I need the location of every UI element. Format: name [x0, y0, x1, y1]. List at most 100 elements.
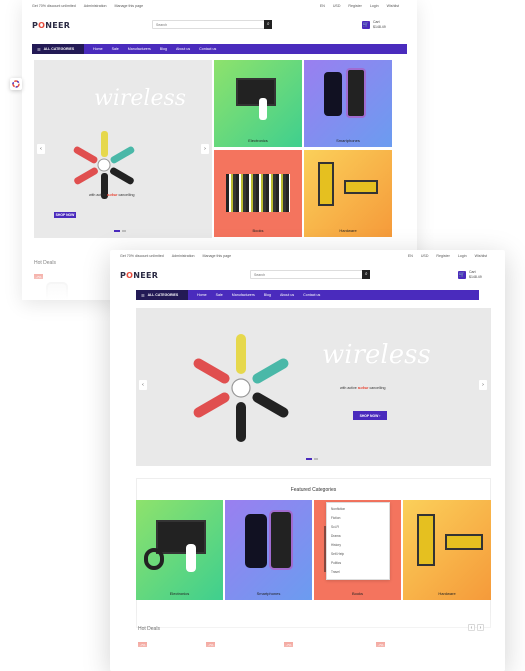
logo[interactable]: PONEER [32, 21, 70, 30]
hot-deals-title: Hot Deals [34, 260, 56, 266]
wishlist-link[interactable]: Wishlist [387, 4, 399, 8]
tile-hardware[interactable]: Hardware [403, 500, 491, 600]
discount-badge: -7% [138, 642, 148, 647]
logo[interactable]: PONEER [120, 271, 158, 280]
header: PONEER ⌕ 🛒 Cart$148.49 [110, 264, 505, 286]
discount-badge: -7% [284, 642, 294, 647]
nav-manufacturers[interactable]: Manufacturers [128, 47, 151, 51]
login-link[interactable]: Login [370, 4, 379, 8]
discount-badge: -7% [376, 642, 386, 647]
chevron-left-icon: ‹ [40, 146, 42, 152]
nav-sale[interactable]: Sale [216, 293, 223, 297]
nav-about[interactable]: About us [280, 293, 294, 297]
watch-image [46, 282, 68, 300]
shop-now-button[interactable]: SHOP NOW [54, 212, 76, 218]
search-input[interactable] [251, 271, 363, 278]
tile-books[interactable]: Nonfiction Fiction Sci-Fi Drama History … [314, 500, 401, 600]
search-icon: ⌕ [266, 21, 270, 27]
search-input[interactable] [153, 21, 265, 28]
settings-widget[interactable] [10, 78, 22, 90]
submenu-item[interactable]: Nonfiction [331, 505, 385, 514]
currency-select[interactable]: USD [333, 4, 341, 8]
hero-tagline: with active noise cancelling [340, 386, 386, 390]
section-title: Featured Categories [290, 487, 337, 493]
tile-smartphones[interactable]: Smartphones [225, 500, 312, 600]
nav-blog[interactable]: Blog [160, 47, 167, 51]
hero-headline: wireless [322, 340, 431, 370]
main-nav: ☰ ALL CATEGORIES Home Sale Manufacturers … [136, 290, 479, 300]
submenu-item[interactable]: Politics [331, 559, 385, 568]
nav-manufacturers[interactable]: Manufacturers [232, 293, 255, 297]
tile-hardware[interactable]: Hardware [304, 150, 392, 237]
admin-link[interactable]: Administration [172, 254, 195, 258]
search-button[interactable]: ⌕ [362, 269, 370, 279]
search-box: ⌕ [152, 19, 272, 29]
nav-sale[interactable]: Sale [112, 47, 119, 51]
language-select[interactable]: EN [320, 4, 325, 8]
chevron-right-icon: › [479, 624, 482, 631]
hero-slider: wireless with active noise cancelling SH… [34, 60, 212, 238]
chevron-right-icon: › [204, 146, 206, 152]
tile-electronics[interactable]: Electronics [214, 60, 302, 147]
menu-icon: ☰ [37, 46, 41, 52]
manage-link[interactable]: Manage this page [115, 4, 144, 8]
main-nav: ☰ ALL CATEGORIES Home Sale Manufacturers … [32, 44, 407, 54]
cart-icon: 🛒 [362, 20, 370, 29]
wishlist-link[interactable]: Wishlist [475, 254, 487, 258]
nav-contact[interactable]: Contact us [303, 293, 320, 297]
discount-badge: -7% [34, 274, 44, 279]
cart-icon: 🛒 [458, 270, 466, 279]
submenu-item[interactable]: Fiction [331, 514, 385, 523]
promo-text: Get 70% discount unlimited [120, 254, 164, 258]
next-arrow[interactable]: › [479, 380, 487, 390]
top-bar: Get 70% discount unlimited Administratio… [110, 250, 505, 262]
chevron-right-icon: › [482, 382, 484, 388]
hot-prev[interactable]: ‹ [468, 624, 475, 631]
admin-link[interactable]: Administration [84, 4, 107, 8]
search-box: ⌕ [250, 269, 370, 279]
currency-select[interactable]: USD [421, 254, 429, 258]
prev-arrow[interactable]: ‹ [139, 380, 147, 390]
cart-widget[interactable]: 🛒 Cart $148.49 [458, 270, 482, 279]
hero-headline: wireless [94, 86, 187, 111]
earbuds-image [193, 334, 289, 442]
chevron-left-icon: ‹ [470, 624, 473, 631]
submenu-item[interactable]: History [331, 541, 385, 550]
submenu-item[interactable]: Travel [331, 568, 385, 577]
language-select[interactable]: EN [408, 254, 413, 258]
promo-text: Get 70% discount unlimited [32, 4, 76, 8]
next-arrow[interactable]: › [201, 144, 209, 154]
prev-arrow[interactable]: ‹ [37, 144, 45, 154]
register-link[interactable]: Register [348, 4, 361, 8]
cart-widget[interactable]: 🛒 Cart $148.49 [362, 20, 386, 29]
tile-books[interactable]: Books [214, 150, 302, 237]
books-submenu: Nonfiction Fiction Sci-Fi Drama History … [326, 502, 390, 580]
slider-dots [306, 458, 318, 460]
color-wheel-icon [12, 80, 20, 88]
header: PONEER ⌕ 🛒 Cart$148.49 [22, 14, 417, 36]
submenu-item[interactable]: Drama [331, 532, 385, 541]
nav-home[interactable]: Home [197, 293, 207, 297]
submenu-item[interactable]: Self-Help [331, 550, 385, 559]
nav-contact[interactable]: Contact us [199, 47, 216, 51]
nav-home[interactable]: Home [93, 47, 103, 51]
shop-now-button[interactable]: SHOP NOW › [353, 411, 387, 420]
search-button[interactable]: ⌕ [264, 19, 272, 29]
screenshot-front: Get 70% discount unlimited Administratio… [110, 250, 505, 671]
hero-tagline: with active noise cancelling [89, 193, 135, 197]
nav-about[interactable]: About us [176, 47, 190, 51]
login-link[interactable]: Login [458, 254, 467, 258]
tile-smartphones[interactable]: Smartphones [304, 60, 392, 147]
chevron-left-icon: ‹ [142, 382, 144, 388]
search-icon: ⌕ [364, 271, 368, 277]
submenu-item[interactable]: Sci-Fi [331, 523, 385, 532]
hot-next[interactable]: › [477, 624, 484, 631]
all-categories-button[interactable]: ☰ ALL CATEGORIES [136, 290, 188, 300]
nav-blog[interactable]: Blog [264, 293, 271, 297]
manage-link[interactable]: Manage this page [203, 254, 232, 258]
register-link[interactable]: Register [436, 254, 449, 258]
hot-deals-title: Hot Deals [138, 626, 160, 632]
hero-slider: wireless with active noise cancelling SH… [136, 308, 491, 466]
all-categories-button[interactable]: ☰ ALL CATEGORIES [32, 44, 84, 54]
tile-electronics[interactable]: Electronics [136, 500, 223, 600]
